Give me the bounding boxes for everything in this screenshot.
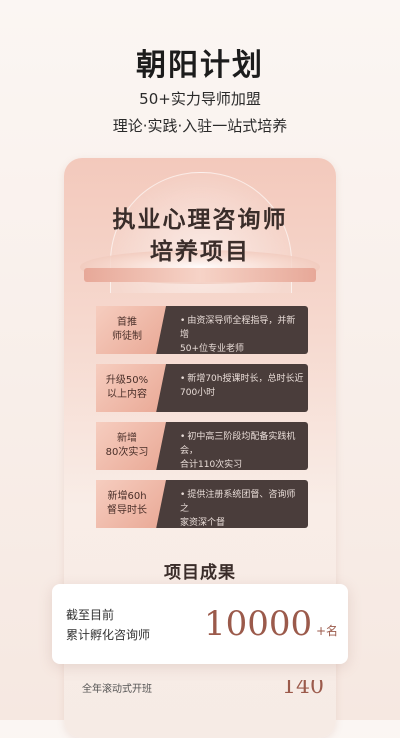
feature-tag-line2: 以上内容 — [106, 389, 147, 400]
feature-description: • 提供注册系统团督、咨询师之 家资深个督 — [180, 490, 296, 528]
program-title-line2: 培养项目 — [150, 238, 250, 265]
feature-text-line2: 700小时 — [180, 388, 216, 398]
feature-tag-line2: 督导时长 — [107, 505, 147, 516]
results-label-line1: 截至目前 — [66, 608, 115, 622]
feature-text-line1: 由资深导师全程指导，并新增 — [180, 316, 296, 340]
feature-description: • 由资深导师全程指导，并新增 50+位专业老师 — [180, 316, 296, 354]
feature-description: • 初中高三阶段均配备实践机会， 合计110次实习 — [180, 432, 296, 470]
ribbon-decoration — [84, 268, 316, 282]
feature-tag-line1: 升级50% — [105, 375, 149, 386]
hero-tagline: 理论·实践·入驻一站式培养 — [112, 117, 288, 135]
results-unit: +名 — [316, 624, 339, 638]
peek-label: 全年滚动式开班 — [82, 684, 152, 695]
results-label-line2: 累计孵化咨询师 — [66, 628, 151, 642]
feature-text-line1: 初中高三阶段均配备实践机会， — [180, 432, 296, 456]
feature-tag-line2: 80次实习 — [105, 447, 149, 458]
feature-tag: 新增 80次实习 — [96, 422, 166, 470]
feature-text-line1: 新增70h授课时长，总时长近 — [187, 374, 304, 384]
feature-text-line2: 合计110次实习 — [180, 460, 243, 470]
feature-description: • 新增70h授课时长，总时长近 700小时 — [180, 374, 304, 398]
feature-tag-line2: 师徒制 — [112, 331, 142, 342]
results-title: 项目成果 — [164, 563, 236, 583]
peek-number: 140 — [282, 680, 324, 699]
feature-tag-line1: 新增 — [116, 433, 137, 444]
feature-row: 升级50% 以上内容 • 新增70h授课时长，总时长近 700小时 — [96, 364, 308, 412]
feature-tag: 首推 师徒制 — [96, 306, 166, 354]
feature-text-line2: 家资深个督 — [180, 518, 226, 528]
program-title-line1: 执业心理咨询师 — [112, 206, 288, 233]
hero-subtitle: 50+实力导师加盟 — [139, 90, 261, 108]
results-card: 截至目前 累计孵化咨询师 10000 +名 — [52, 584, 348, 664]
feature-text-line1: 提供注册系统团督、咨询师之 — [180, 490, 296, 514]
feature-row: 新增60h 督导时长 • 提供注册系统团督、咨询师之 家资深个督 — [96, 480, 308, 528]
feature-text-line2: 50+位专业老师 — [180, 344, 244, 354]
results-number: 10000 — [204, 604, 313, 644]
feature-tag-line1: 新增60h — [107, 491, 147, 502]
feature-tag: 升级50% 以上内容 — [96, 364, 166, 412]
feature-row: 新增 80次实习 • 初中高三阶段均配备实践机会， 合计110次实习 — [96, 422, 308, 470]
feature-tag: 新增60h 督导时长 — [96, 480, 166, 528]
feature-tag-line1: 首推 — [117, 317, 137, 328]
feature-row: 首推师徒制 • 由资深导师全程指导，并新增 50+位专业老师 — [96, 306, 308, 354]
next-result-peek: 全年滚动式开班 140 — [70, 680, 330, 720]
hero-title: 朝阳计划 — [136, 48, 264, 83]
program-title: 执业心理咨询师 培养项目 — [64, 204, 336, 268]
